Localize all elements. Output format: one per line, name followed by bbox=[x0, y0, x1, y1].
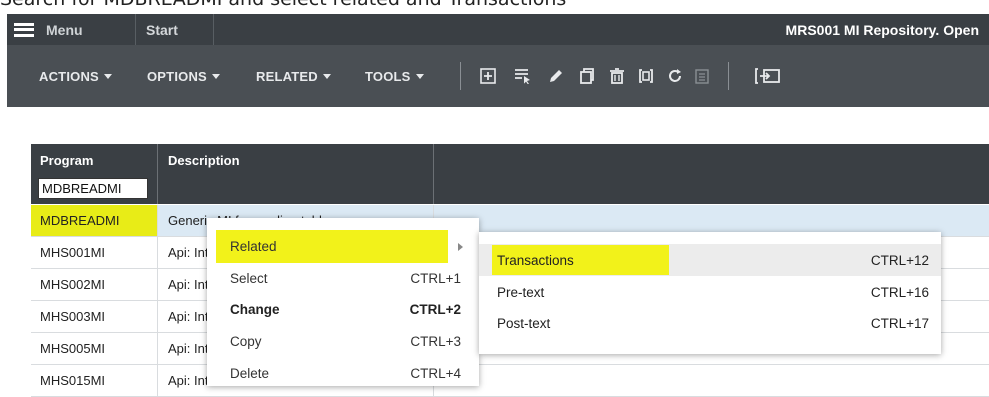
window-title: MRS001 MI Repository. Open bbox=[785, 21, 979, 38]
context-item-shortcut: CTRL+2 bbox=[409, 302, 461, 317]
program-cell: MHS002MI bbox=[31, 269, 158, 300]
select-icon[interactable] bbox=[512, 45, 534, 107]
context-menu: Related Select CTRL+1 Change CTRL+2 Copy… bbox=[207, 218, 479, 386]
submenu-item-label: Pre-text bbox=[497, 285, 545, 300]
submenu-item-shortcut: CTRL+17 bbox=[870, 316, 929, 331]
program-cell: MHS015MI bbox=[31, 365, 158, 396]
toolbar-divider bbox=[460, 62, 461, 90]
context-item-shortcut: CTRL+1 bbox=[410, 271, 461, 286]
program-filter-input[interactable] bbox=[38, 178, 148, 199]
export-icon[interactable] bbox=[753, 45, 783, 107]
notes-icon[interactable] bbox=[691, 45, 713, 107]
delete-icon[interactable] bbox=[606, 45, 628, 107]
submenu-item-posttext[interactable]: Post-text CTRL+17 bbox=[479, 308, 941, 339]
submenu-item-label: Post-text bbox=[497, 316, 551, 331]
submenu-item-shortcut: CTRL+16 bbox=[870, 285, 929, 300]
instruction-text: Search for MDBREADMI and select related … bbox=[0, 0, 566, 12]
submenu-item-transactions[interactable]: Transactions CTRL+12 bbox=[479, 244, 941, 276]
related-submenu: Transactions CTRL+12 Pre-text CTRL+16 Po… bbox=[479, 232, 941, 354]
submenu-item-pretext[interactable]: Pre-text CTRL+16 bbox=[479, 277, 941, 308]
context-item-label: Related bbox=[230, 239, 277, 254]
actions-menu-label: ACTIONS bbox=[39, 68, 99, 84]
context-item-change[interactable]: Change CTRL+2 bbox=[207, 294, 479, 325]
caret-down-icon bbox=[415, 73, 424, 79]
context-item-copy[interactable]: Copy CTRL+3 bbox=[207, 326, 479, 357]
context-item-shortcut: CTRL+3 bbox=[410, 334, 461, 349]
edit-icon[interactable] bbox=[545, 45, 567, 107]
caret-down-icon bbox=[322, 73, 331, 79]
tools-menu[interactable]: TOOLS bbox=[365, 45, 424, 107]
menu-label: Menu bbox=[46, 21, 83, 38]
options-menu[interactable]: OPTIONS bbox=[147, 45, 220, 107]
start-tab[interactable]: Start bbox=[136, 14, 214, 45]
table-row[interactable]: MHS015MI Api: Int bbox=[31, 365, 989, 397]
options-menu-label: OPTIONS bbox=[147, 68, 207, 84]
hamburger-icon bbox=[14, 22, 34, 37]
submenu-item-shortcut: CTRL+12 bbox=[870, 252, 929, 268]
add-icon[interactable] bbox=[477, 45, 499, 107]
copy-icon[interactable] bbox=[576, 45, 598, 107]
submenu-item-label: Transactions bbox=[497, 252, 574, 268]
column-description-label: Description bbox=[168, 153, 240, 168]
caret-down-icon bbox=[103, 73, 112, 79]
duplicate-icon[interactable] bbox=[635, 45, 657, 107]
program-cell: MHS003MI bbox=[31, 301, 158, 332]
refresh-icon[interactable] bbox=[664, 45, 686, 107]
related-menu-label: RELATED bbox=[256, 68, 318, 84]
program-cell: MHS005MI bbox=[31, 333, 158, 364]
context-item-label: Copy bbox=[230, 334, 262, 349]
column-program-label: Program bbox=[40, 153, 94, 168]
context-item-related[interactable]: Related bbox=[207, 231, 479, 262]
top-bar: Menu Start MRS001 MI Repository. Open bbox=[7, 14, 989, 45]
context-item-label: Delete bbox=[230, 366, 270, 381]
program-cell: MHS001MI bbox=[31, 237, 158, 268]
toolbar: ACTIONS OPTIONS RELATED TOOLS bbox=[7, 45, 989, 107]
context-item-select[interactable]: Select CTRL+1 bbox=[207, 263, 479, 294]
menu-button[interactable]: Menu bbox=[7, 14, 136, 45]
related-menu[interactable]: RELATED bbox=[256, 45, 331, 107]
context-item-shortcut: CTRL+4 bbox=[410, 366, 461, 381]
caret-down-icon bbox=[211, 73, 220, 79]
context-item-label: Select bbox=[230, 271, 268, 286]
toolbar-divider bbox=[728, 62, 729, 90]
tools-menu-label: TOOLS bbox=[365, 68, 411, 84]
column-program[interactable]: Program bbox=[31, 144, 158, 204]
context-item-label: Change bbox=[230, 302, 280, 317]
actions-menu[interactable]: ACTIONS bbox=[39, 45, 112, 107]
context-item-delete[interactable]: Delete CTRL+4 bbox=[207, 358, 479, 389]
column-description[interactable]: Description bbox=[158, 144, 434, 204]
grid-header: Program Description bbox=[31, 144, 989, 204]
program-cell: MDBREADMI bbox=[31, 205, 158, 236]
chevron-right-icon bbox=[458, 242, 463, 251]
